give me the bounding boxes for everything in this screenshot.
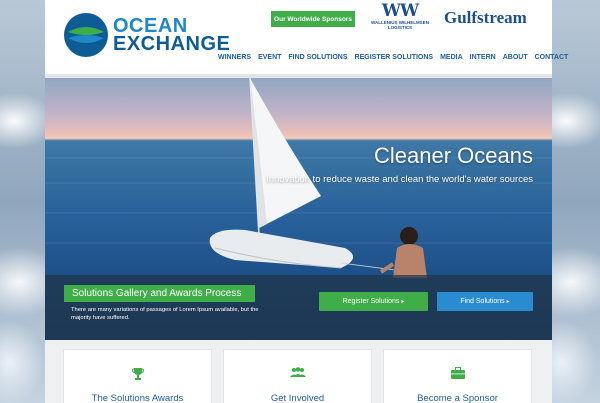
gallery-overlay: Solutions Gallery and Awards Process The…	[45, 275, 552, 340]
trophy-icon	[64, 367, 211, 381]
card-get-involved[interactable]: Get Involved	[223, 349, 372, 403]
worldwide-sponsors-button[interactable]: Our Worldwide Sponsors	[271, 11, 355, 27]
find-solutions-label: Find Solutions	[460, 298, 505, 305]
nav-item-event[interactable]: EVENT	[258, 54, 281, 61]
gallery-heading[interactable]: Solutions Gallery and Awards Process	[64, 285, 255, 302]
card-become-sponsor[interactable]: Become a Sponsor	[383, 349, 532, 403]
hero-title: Cleaner Oceans	[374, 143, 533, 168]
logo-mark-icon	[64, 13, 108, 57]
nav-item-intern[interactable]: INTERN	[470, 54, 496, 61]
ww-name: WALLENIUS WILHELMSEN LOGISTICS	[371, 20, 429, 30]
wallenius-wilhelmsen-logo[interactable]: WW WALLENIUS WILHELMSEN LOGISTICS	[367, 1, 433, 31]
card-solutions-awards[interactable]: The Solutions Awards	[63, 349, 212, 403]
ww-mark: WW	[381, 1, 419, 21]
register-solutions-label: Register Solutions	[342, 298, 400, 305]
chevron-right-icon: ▸	[401, 299, 405, 305]
card-label: The Solutions Awards	[91, 393, 184, 403]
nav-item-about[interactable]: ABOUT	[503, 54, 528, 61]
nav-item-find-solutions[interactable]: FIND SOLUTIONS	[288, 54, 347, 61]
main-nav: WINNERS EVENT FIND SOLUTIONS REGISTER SO…	[218, 54, 568, 61]
hero-banner: Cleaner Oceans Innovation to reduce wast…	[45, 78, 552, 340]
register-solutions-button[interactable]: Register Solutions ▸	[319, 292, 428, 311]
gulfstream-logo[interactable]: Gulfstream	[444, 8, 527, 28]
gallery-description: There are many variations of passages of…	[71, 307, 259, 321]
page-container: OCEAN EXCHANGE Our Worldwide Sponsors WW…	[45, 0, 568, 403]
ocean-exchange-logo[interactable]: OCEAN EXCHANGE	[63, 12, 230, 58]
chevron-right-icon: ▸	[506, 299, 510, 305]
cloud-background-left	[0, 0, 48, 403]
card-label: Become a Sponsor	[417, 393, 498, 403]
logo-line2: EXCHANGE	[113, 33, 231, 55]
find-solutions-button[interactable]: Find Solutions ▸	[437, 292, 533, 311]
briefcase-icon	[384, 367, 531, 381]
logo-wordmark: OCEAN EXCHANGE	[113, 16, 231, 55]
nav-item-register-solutions[interactable]: REGISTER SOLUTIONS	[355, 54, 434, 61]
people-icon	[224, 367, 371, 381]
nav-item-winners[interactable]: WINNERS	[218, 54, 251, 61]
hero-subtitle: Innovation to reduce waste and clean the…	[266, 174, 533, 185]
nav-item-contact[interactable]: CONTACT	[535, 54, 569, 61]
nav-item-media[interactable]: MEDIA	[440, 54, 463, 61]
card-label: Get Involved	[270, 393, 325, 403]
